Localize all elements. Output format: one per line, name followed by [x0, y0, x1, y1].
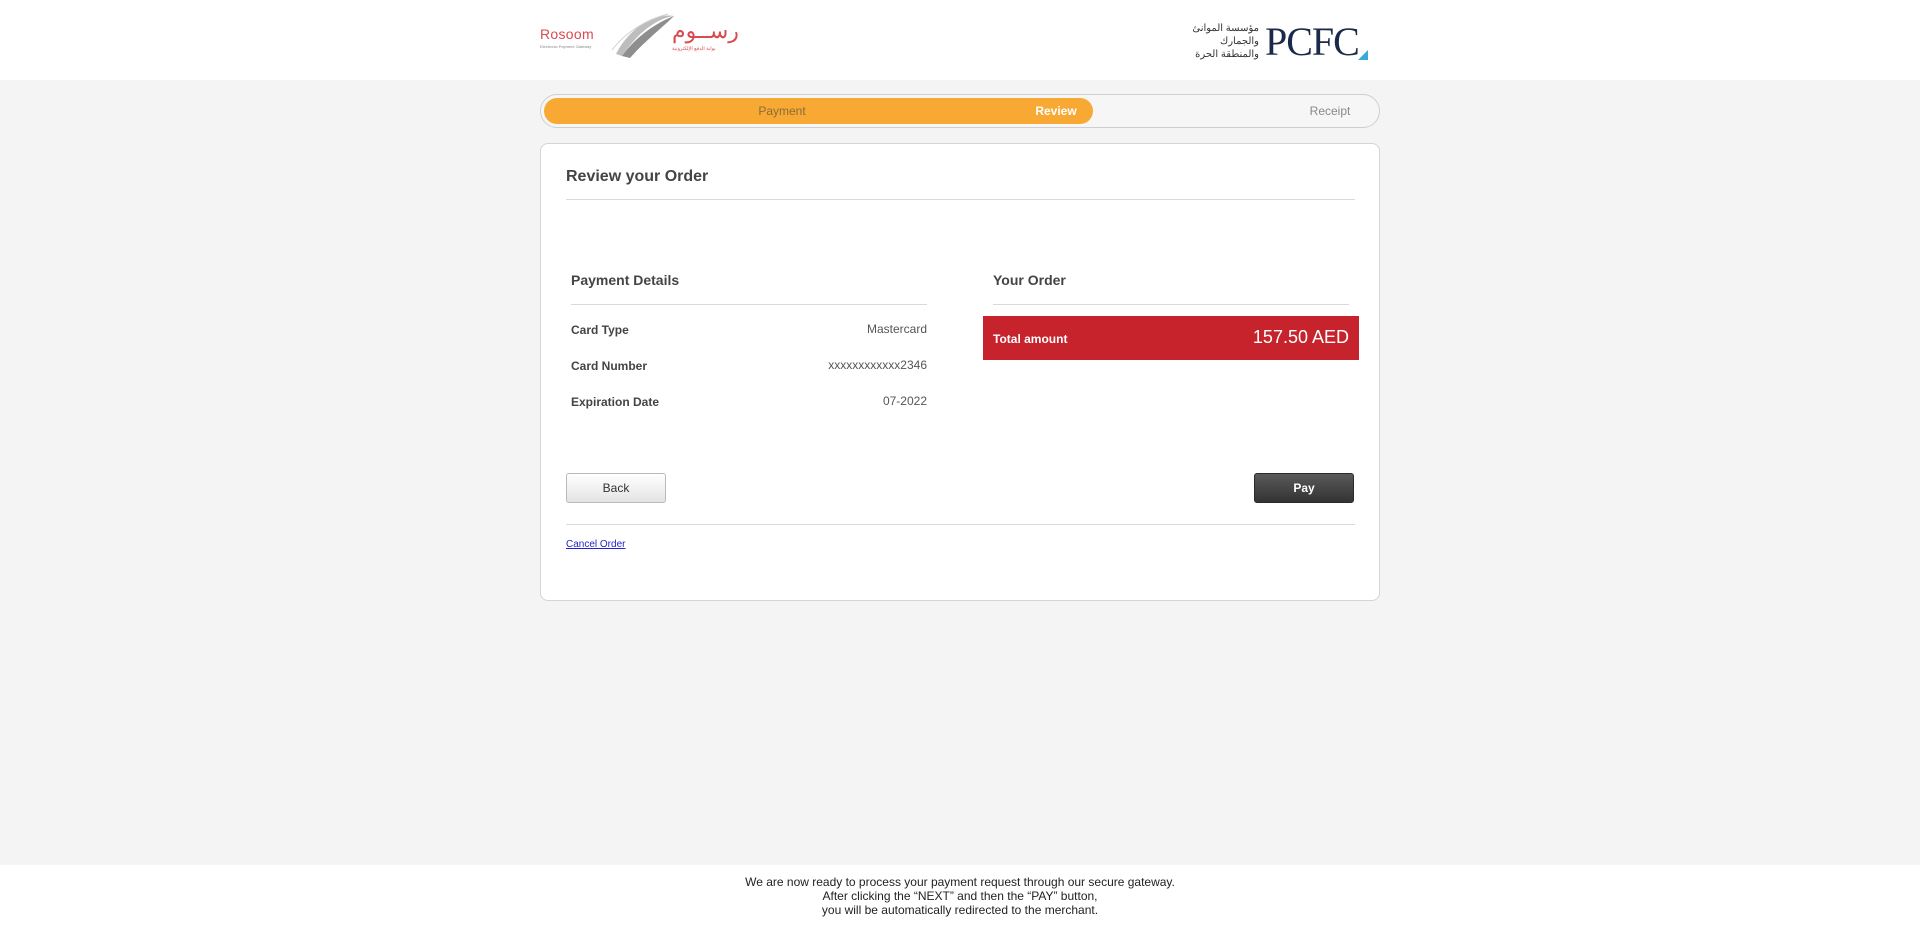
card-type-label: Card Type [571, 323, 629, 337]
rosoom-logo-tagline: Electronic Payment Gateway [540, 44, 592, 49]
progress-steps: Payment Review Receipt [540, 94, 1380, 128]
pcfc-logo: مؤسسة الموانئ والجمارك والمنطقة الحرة PC… [1185, 20, 1375, 64]
card-number-label: Card Number [571, 359, 648, 373]
title-divider [566, 199, 1355, 200]
payment-details-title: Payment Details [571, 272, 680, 288]
step-payment: Payment [758, 104, 806, 118]
pcfc-logo-text: PCFC [1265, 19, 1360, 64]
rosoom-logo-tagline-ar: بوابة الدفع الإلكترونية [672, 46, 716, 52]
footer-text-line-2: After clicking the “NEXT” and then the “… [822, 889, 1098, 903]
rosoom-logo-name-ar: رســوم [672, 18, 739, 43]
your-order-title: Your Order [993, 272, 1066, 288]
review-panel: Review your Order Payment Details Card T… [540, 143, 1380, 601]
pcfc-accent-icon [1358, 50, 1368, 60]
payment-details-divider [571, 304, 927, 305]
pay-button[interactable]: Pay [1254, 473, 1354, 503]
footer-text-line-1: We are now ready to process your payment… [745, 875, 1175, 889]
total-amount-value: 157.50 AED [1252, 327, 1349, 347]
footer: We are now ready to process your payment… [0, 865, 1920, 925]
card-type-value: Mastercard [866, 322, 927, 336]
your-order-divider [993, 304, 1349, 305]
rosoom-logo: Rosoom Electronic Payment Gateway رســوم… [540, 10, 739, 60]
rosoom-swoosh-icon [611, 13, 674, 58]
total-amount-label: Total amount [993, 332, 1068, 346]
page-title: Review your Order [566, 168, 709, 185]
footer-text-line-3: you will be automatically redirected to … [821, 903, 1099, 917]
buttons-divider [566, 524, 1355, 525]
total-amount-box: Total amount 157.50 AED [983, 316, 1359, 360]
expiration-date-value: 07-2022 [882, 394, 927, 408]
expiration-date-label: Expiration Date [571, 395, 660, 409]
step-receipt: Receipt [1309, 104, 1351, 118]
back-button[interactable]: Back [566, 473, 666, 503]
header: Rosoom Electronic Payment Gateway رســوم… [0, 0, 1920, 80]
card-number-value: xxxxxxxxxxxx2346 [828, 358, 927, 372]
pcfc-logo-arabic: مؤسسة الموانئ والجمارك والمنطقة الحرة [1192, 23, 1259, 60]
cancel-order-link[interactable]: Cancel Order [566, 539, 625, 550]
step-review: Review [1035, 104, 1077, 118]
rosoom-logo-name: Rosoom [540, 26, 594, 42]
